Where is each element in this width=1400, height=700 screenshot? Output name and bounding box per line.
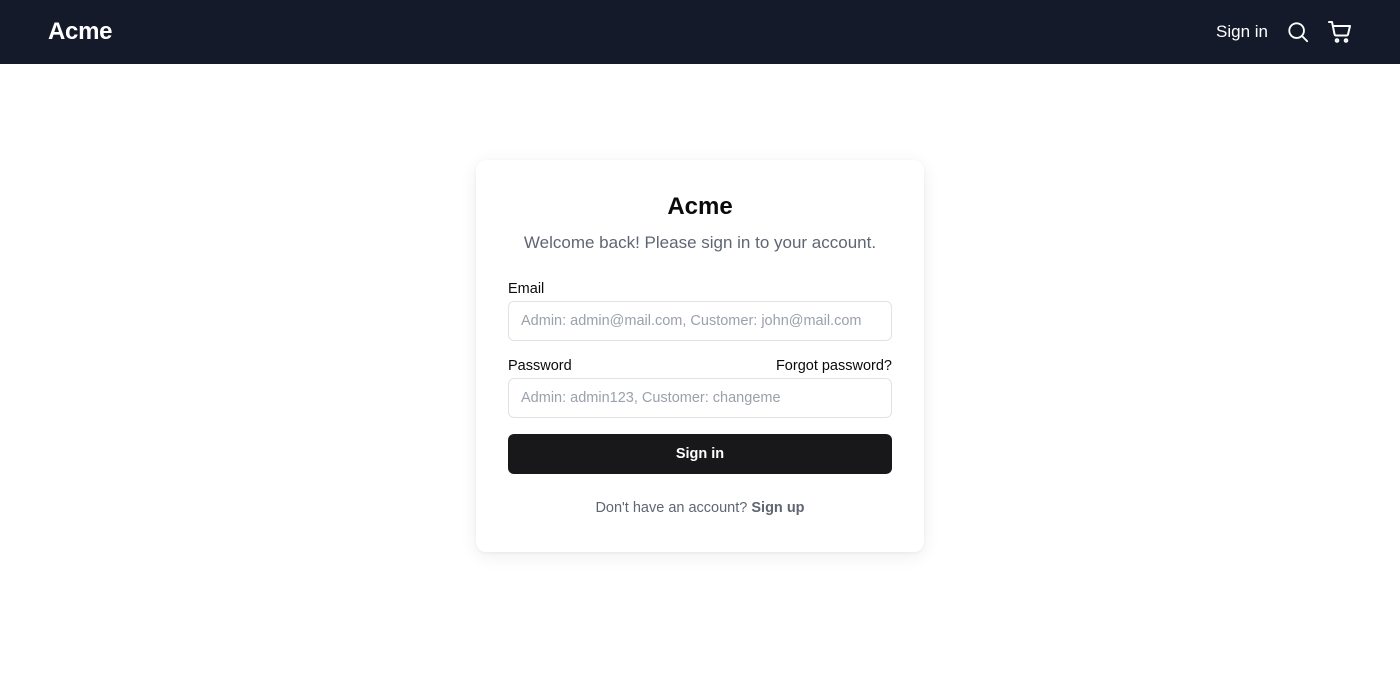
card-subtitle: Welcome back! Please sign in to your acc…	[523, 233, 877, 252]
email-label-row: Email	[508, 280, 892, 298]
search-icon[interactable]	[1286, 20, 1310, 44]
top-nav-bar: Acme Sign in	[0, 0, 1400, 64]
login-card: Acme Welcome back! Please sign in to you…	[476, 160, 924, 552]
nav-actions: Sign in	[1216, 20, 1352, 44]
sign-up-link[interactable]: Sign up	[751, 500, 804, 516]
email-field[interactable]	[508, 301, 892, 341]
card-title: Acme	[667, 193, 733, 220]
password-label-row: Password Forgot password?	[508, 357, 892, 375]
password-field[interactable]	[508, 378, 892, 418]
email-label: Email	[508, 281, 545, 297]
brand-logo[interactable]: Acme	[48, 18, 112, 46]
signup-prompt-row: Don't have an account? Sign up	[508, 500, 892, 516]
sign-in-button[interactable]: Sign in	[508, 434, 892, 474]
cart-icon[interactable]	[1328, 20, 1352, 44]
forgot-password-link[interactable]: Forgot password?	[776, 357, 892, 375]
signup-prompt-text: Don't have an account?	[595, 500, 748, 516]
password-label: Password	[508, 358, 572, 374]
nav-signin-link[interactable]: Sign in	[1216, 22, 1268, 42]
